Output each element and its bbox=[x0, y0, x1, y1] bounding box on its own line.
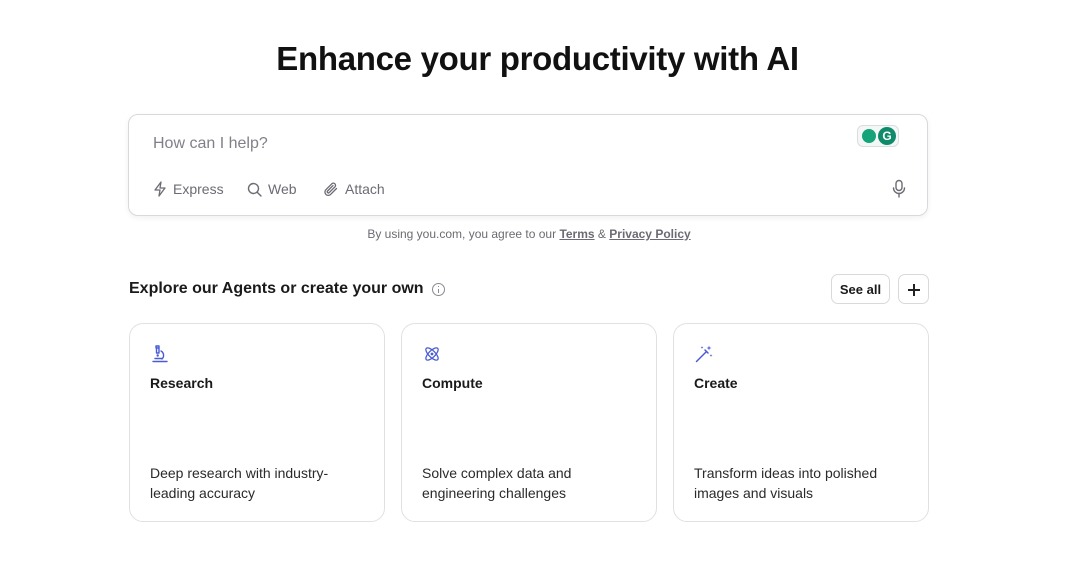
agent-card-compute[interactable]: Compute Solve complex data and engineeri… bbox=[401, 323, 657, 522]
terms-link[interactable]: Terms bbox=[559, 227, 594, 241]
grammarly-badge-icon[interactable]: G bbox=[857, 125, 899, 147]
prompt-box: G Express Web Attach bbox=[128, 114, 928, 216]
page: Enhance your productivity with AI G Expr… bbox=[0, 0, 1075, 575]
express-label: Express bbox=[173, 181, 224, 197]
atom-icon bbox=[425, 347, 439, 361]
agent-card-research[interactable]: Research Deep research with industry-lea… bbox=[129, 323, 385, 522]
microphone-button[interactable] bbox=[891, 179, 907, 199]
card-description: Deep research with industry-leading accu… bbox=[150, 465, 329, 501]
express-button[interactable]: Express bbox=[153, 179, 224, 199]
page-title: Enhance your productivity with AI bbox=[276, 40, 799, 77]
grammarly-g-icon: G bbox=[878, 127, 896, 145]
agents-heading: Explore our Agents or create your own bbox=[129, 280, 445, 298]
card-title: Compute bbox=[422, 375, 483, 391]
card-description: Transform ideas into polished images and… bbox=[694, 465, 878, 501]
microscope-icon bbox=[152, 345, 168, 363]
magic-wand-icon bbox=[695, 345, 713, 363]
web-button[interactable]: Web bbox=[247, 179, 297, 199]
agents-heading-text: Explore our Agents or create your own bbox=[129, 280, 424, 297]
attach-button[interactable]: Attach bbox=[323, 179, 385, 199]
create-agent-button[interactable] bbox=[898, 274, 929, 304]
card-description: Solve complex data and engineering chall… bbox=[422, 465, 572, 501]
info-icon[interactable] bbox=[431, 282, 445, 296]
prompt-input[interactable] bbox=[153, 133, 833, 155]
card-title: Research bbox=[150, 375, 214, 391]
terms-notice: By using you.com, you agree to our Terms… bbox=[0, 227, 1058, 241]
privacy-policy-link[interactable]: Privacy Policy bbox=[609, 227, 690, 241]
search-icon bbox=[247, 182, 262, 197]
extension-dot-icon bbox=[862, 129, 876, 143]
paperclip-icon bbox=[324, 182, 338, 196]
lightning-icon bbox=[154, 181, 166, 197]
web-label: Web bbox=[268, 181, 297, 197]
agent-card-create[interactable]: Create Transform ideas into polished ima… bbox=[673, 323, 929, 522]
terms-ampersand: & bbox=[597, 227, 606, 241]
see-all-button[interactable]: See all bbox=[831, 274, 890, 304]
card-title: Create bbox=[694, 375, 738, 391]
microphone-icon bbox=[892, 179, 906, 198]
terms-prefix: By using you.com, you agree to our bbox=[367, 227, 557, 241]
attach-label: Attach bbox=[345, 181, 385, 197]
